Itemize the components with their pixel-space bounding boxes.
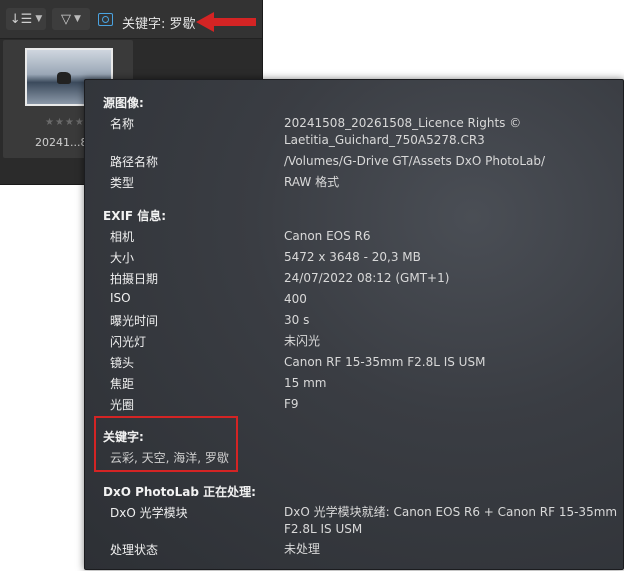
optics-module-value-line2: F2.8L IS USM: [284, 522, 363, 536]
size-value: 5472 x 3648 - 20,3 MB: [284, 250, 421, 264]
annotation-arrow-icon: [196, 12, 256, 32]
filter-button[interactable]: ▽ ▼: [52, 8, 90, 30]
lens-label: 镜头: [110, 356, 135, 370]
type-value: RAW 格式: [284, 175, 340, 189]
aperture-value: F9: [284, 397, 299, 411]
path-value: /Volumes/G-Drive GT/Assets DxO PhotoLab/: [284, 154, 546, 168]
folder-search-icon[interactable]: [98, 13, 113, 26]
date-value: 24/07/2022 08:12 (GMT+1): [284, 271, 450, 285]
camera-label: 相机: [110, 230, 135, 244]
focal-length-label: 焦距: [110, 377, 135, 391]
sort-icon: ↓☰: [9, 11, 33, 27]
exposure-value: 30 s: [284, 313, 310, 327]
flash-label: 闪光灯: [110, 335, 147, 349]
type-label: 类型: [110, 176, 135, 190]
keywords-value: 云彩, 天空, 海洋, 罗歇: [110, 451, 229, 465]
iso-label: ISO: [110, 291, 131, 305]
source-section-title: 源图像:: [103, 96, 144, 110]
name-label: 名称: [110, 117, 135, 131]
filter-icon: ▽: [61, 11, 72, 27]
exif-section-title: EXIF 信息:: [103, 209, 167, 223]
optics-module-value-line1: DxO 光学模块就绪: Canon EOS R6 + Canon RF 15-3…: [284, 505, 618, 519]
path-label: 路径名称: [110, 155, 159, 169]
date-label: 拍摄日期: [110, 272, 159, 286]
flash-value: 未闪光: [284, 334, 321, 348]
camera-value: Canon EOS R6: [284, 229, 371, 243]
processing-status-value: 未处理: [284, 542, 321, 556]
aperture-label: 光圈: [110, 398, 135, 412]
chevron-down-icon: ▼: [74, 14, 81, 24]
lens-value: Canon RF 15-35mm F2.8L IS USM: [284, 355, 486, 369]
keyword-search-label[interactable]: 关键字: 罗歇: [122, 13, 196, 32]
name-value-line1: 20241508_20261508_Licence Rights ©: [284, 116, 522, 130]
processing-section-title: DxO PhotoLab 正在处理:: [103, 485, 256, 499]
exposure-label: 曝光时间: [110, 314, 159, 328]
rock-silhouette: [57, 72, 71, 84]
name-value-line2: Laetitia_Guichard_750A5278.CR3: [284, 133, 485, 147]
processing-status-label: 处理状态: [110, 543, 159, 557]
size-label: 大小: [110, 251, 135, 265]
sort-button[interactable]: ↓☰ ▼: [6, 8, 46, 30]
focal-length-value: 15 mm: [284, 376, 327, 390]
chevron-down-icon: ▼: [35, 14, 43, 24]
optics-module-label: DxO 光学模块: [110, 506, 188, 520]
keywords-section-title: 关键字:: [103, 430, 144, 444]
iso-value: 400: [284, 292, 307, 306]
image-info-popup: 源图像: 名称 20241508_20261508_Licence Rights…: [84, 79, 624, 570]
